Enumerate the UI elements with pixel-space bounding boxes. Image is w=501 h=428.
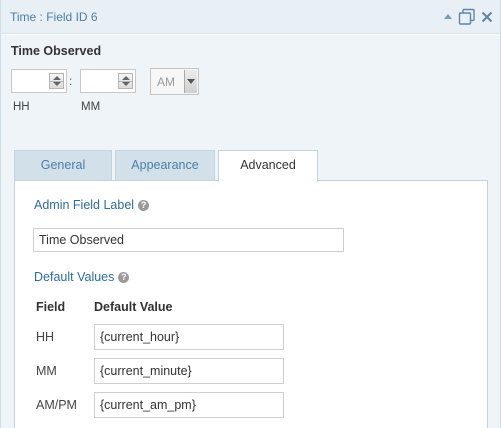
tab-general[interactable]: General <box>14 150 112 181</box>
collapse-arrow-icon[interactable] <box>442 11 454 23</box>
spin-down-icon[interactable] <box>122 82 130 86</box>
tab-appearance[interactable]: Appearance <box>115 150 215 181</box>
admin-field-label-heading: Admin Field Label ? <box>34 198 150 212</box>
default-ampm-value: {current_am_pm} <box>100 398 196 412</box>
row-label-hh: HH <box>36 330 55 344</box>
ampm-dropdown-button[interactable] <box>184 70 197 93</box>
field-panel: Time : Field ID 6 Time Observed: AM HH … <box>0 0 501 428</box>
minute-spinner[interactable] <box>80 69 136 93</box>
spin-up-icon[interactable] <box>122 76 130 80</box>
default-hh-input[interactable]: {current_hour} <box>94 324 284 350</box>
duplicate-icon[interactable] <box>458 8 476 26</box>
mm-label: MM <box>81 101 101 113</box>
tab-content-advanced <box>14 180 488 428</box>
spin-down-icon[interactable] <box>53 82 61 86</box>
time-separator: : <box>69 74 73 88</box>
column-header-default-value: Default Value <box>94 300 173 314</box>
spin-up-icon[interactable] <box>53 76 61 80</box>
hour-spinner-arrows[interactable] <box>49 73 64 89</box>
default-mm-input[interactable]: {current_minute} <box>94 358 284 384</box>
minute-spinner-arrows[interactable] <box>118 73 133 89</box>
help-icon[interactable]: ? <box>138 199 150 211</box>
field-titlebar[interactable]: Time : Field ID 6 <box>1 0 500 34</box>
field-title: Time : Field ID 6 <box>10 10 98 24</box>
ampm-select[interactable]: AM <box>150 68 199 95</box>
default-values-heading: Default Values ? <box>34 270 130 284</box>
chevron-down-icon <box>187 79 195 84</box>
row-label-mm: MM <box>36 364 57 378</box>
help-icon[interactable]: ? <box>118 271 130 283</box>
default-hh-value: {current_hour} <box>100 330 180 344</box>
titlebar-icons <box>442 8 494 26</box>
column-header-field: Field <box>36 300 66 314</box>
time-field-label: Time Observed <box>11 44 102 58</box>
default-ampm-input[interactable]: {current_am_pm} <box>94 392 284 418</box>
default-mm-value: {current_minute} <box>100 364 192 378</box>
default-values-heading-text: Default Values <box>34 270 115 284</box>
admin-field-label-input[interactable]: Time Observed <box>33 228 344 252</box>
admin-field-label-heading-text: Admin Field Label <box>34 198 135 212</box>
row-label-ampm: AM/PM <box>36 398 77 412</box>
ampm-value: AM <box>157 75 175 89</box>
hour-spinner[interactable] <box>11 69 67 93</box>
tab-advanced[interactable]: Advanced <box>218 150 318 182</box>
admin-field-label-value: Time Observed <box>39 233 124 247</box>
close-icon[interactable] <box>480 10 494 24</box>
hh-label: HH <box>13 101 30 113</box>
